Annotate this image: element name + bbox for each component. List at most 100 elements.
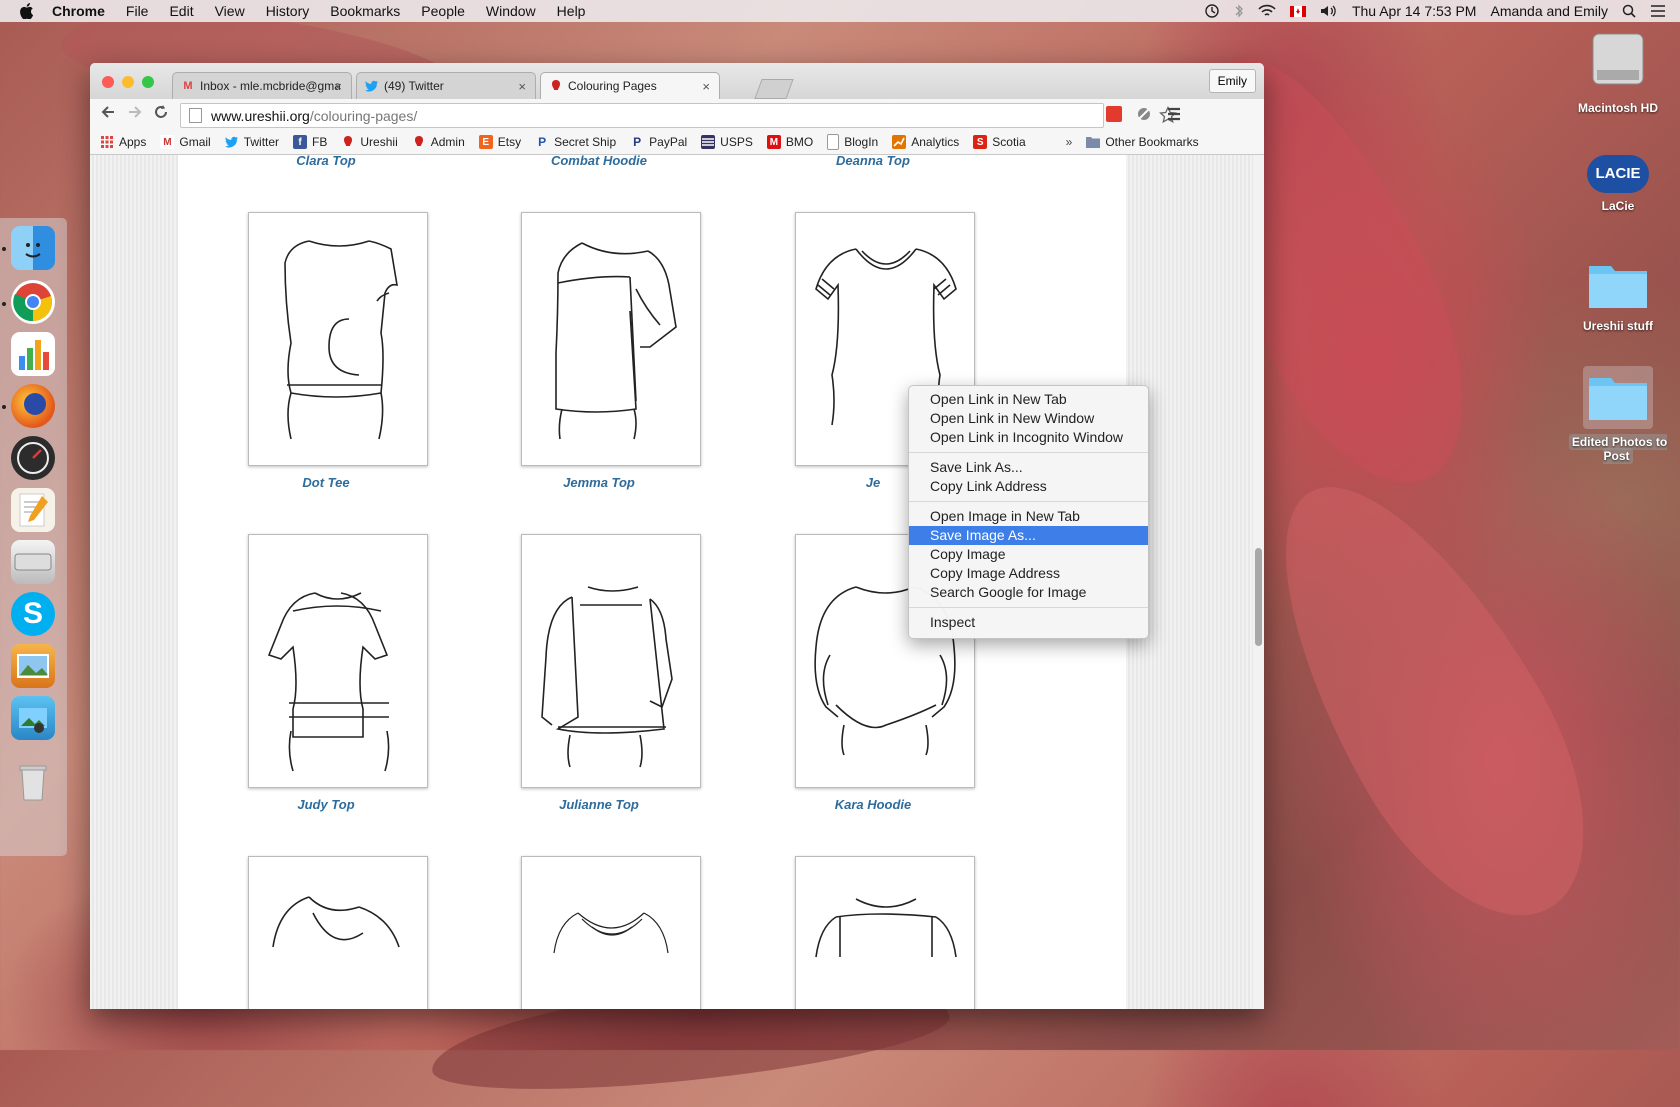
pattern-label[interactable]: Kara Hoodie xyxy=(783,797,963,812)
address-bar[interactable]: www.ureshii.org/colouring-pages/ xyxy=(180,103,1178,128)
back-arrow-icon[interactable] xyxy=(100,104,116,125)
bookmarks-overflow-chevron[interactable]: » xyxy=(1066,135,1073,149)
menu-file[interactable]: File xyxy=(126,3,149,19)
clock[interactable]: Thu Apr 14 7:53 PM xyxy=(1352,3,1477,19)
close-tab-icon[interactable]: × xyxy=(334,79,342,94)
pattern-thumbnail-clara-top[interactable] xyxy=(248,212,428,466)
user-name[interactable]: Amanda and Emily xyxy=(1490,3,1608,19)
menu-item-copy-image[interactable]: Copy Image xyxy=(909,545,1148,564)
preview-icon[interactable] xyxy=(11,644,55,688)
zoom-window-button[interactable] xyxy=(142,76,154,88)
volume-icon[interactable] xyxy=(1320,4,1338,18)
menu-item-open-link-incognito[interactable]: Open Link in Incognito Window xyxy=(909,428,1148,447)
menu-item-search-google-image[interactable]: Search Google for Image xyxy=(909,583,1148,602)
bookmark-gmail[interactable]: M Gmail xyxy=(160,135,211,149)
menu-view[interactable]: View xyxy=(215,3,245,19)
spotlight-icon[interactable] xyxy=(1622,4,1636,18)
bookmark-analytics[interactable]: Analytics xyxy=(892,135,959,149)
menu-history[interactable]: History xyxy=(266,3,310,19)
iphoto-icon[interactable] xyxy=(11,696,55,740)
chrome-icon[interactable] xyxy=(11,280,55,324)
bookmark-blogin[interactable]: BlogIn xyxy=(827,134,878,150)
desktop-icon-edited-photos[interactable]: Edited Photos to Post xyxy=(1563,366,1673,464)
numbers-icon[interactable] xyxy=(11,332,55,376)
time-machine-icon[interactable] xyxy=(1204,3,1220,19)
extension-puzzle-icon[interactable] xyxy=(1136,106,1152,122)
notification-center-icon[interactable] xyxy=(1650,4,1666,18)
pattern-label[interactable]: Julianne Top xyxy=(509,797,689,812)
bookmark-usps[interactable]: USPS xyxy=(701,135,753,149)
pattern-label[interactable]: Deanna Top xyxy=(783,155,963,168)
pattern-label[interactable]: Clara Top xyxy=(236,155,416,168)
close-tab-icon[interactable]: × xyxy=(518,79,526,94)
bookmark-bmo[interactable]: M BMO xyxy=(766,135,814,149)
bookmark-apps[interactable]: Apps xyxy=(100,135,146,149)
pattern-thumbnail-dot-tee[interactable] xyxy=(248,534,428,788)
shirt-line-drawing xyxy=(541,586,673,768)
menu-app-chrome[interactable]: Chrome xyxy=(52,3,105,19)
menu-item-open-link-new-window[interactable]: Open Link in New Window xyxy=(909,409,1148,428)
tab-twitter[interactable]: (49) Twitter × xyxy=(356,72,536,99)
close-window-button[interactable] xyxy=(102,76,114,88)
pattern-label[interactable]: Dot Tee xyxy=(236,475,416,490)
bookmark-etsy[interactable]: E Etsy xyxy=(478,135,521,149)
close-tab-icon[interactable]: × xyxy=(702,79,710,94)
tab-colouring-pages[interactable]: Colouring Pages × xyxy=(540,72,720,99)
pattern-label[interactable]: Combat Hoodie xyxy=(509,155,689,168)
menu-help[interactable]: Help xyxy=(557,3,586,19)
pattern-thumbnail-jemma-top[interactable] xyxy=(521,534,701,788)
menu-window[interactable]: Window xyxy=(486,3,536,19)
forward-arrow-icon[interactable] xyxy=(127,104,143,125)
menu-item-copy-image-address[interactable]: Copy Image Address xyxy=(909,564,1148,583)
extension-icon[interactable] xyxy=(1106,106,1122,122)
dashboard-icon[interactable] xyxy=(11,436,55,480)
vertical-scrollbar[interactable] xyxy=(1253,155,1264,1009)
bookmark-twitter[interactable]: Twitter xyxy=(224,135,279,149)
drive-icon[interactable] xyxy=(11,540,55,584)
bookmark-label: BMO xyxy=(785,135,814,149)
url-path: /colouring-pages/ xyxy=(309,107,418,124)
bookmark-ureshii[interactable]: Ureshii xyxy=(341,135,398,149)
bookmark-scotia[interactable]: S Scotia xyxy=(973,135,1026,149)
pattern-thumbnail-judy-top[interactable] xyxy=(248,856,428,1009)
menu-edit[interactable]: Edit xyxy=(169,3,193,19)
new-tab-button[interactable] xyxy=(754,79,794,99)
apple-menu-icon[interactable] xyxy=(18,2,36,20)
menu-item-copy-link-address[interactable]: Copy Link Address xyxy=(909,477,1148,496)
menu-item-save-image-as[interactable]: Save Image As... xyxy=(909,526,1148,545)
menu-item-save-link-as[interactable]: Save Link As... xyxy=(909,458,1148,477)
reload-icon[interactable] xyxy=(153,104,169,125)
skype-icon[interactable]: S xyxy=(11,592,55,636)
pattern-thumbnail-combat-hoodie[interactable] xyxy=(521,212,701,466)
pattern-label[interactable]: Judy Top xyxy=(236,797,416,812)
menu-item-open-image-new-tab[interactable]: Open Image in New Tab xyxy=(909,507,1148,526)
profile-button[interactable]: Emily xyxy=(1208,69,1256,93)
bluetooth-icon[interactable] xyxy=(1234,3,1244,19)
running-indicator xyxy=(2,247,6,251)
pattern-label[interactable]: Jemma Top xyxy=(509,475,689,490)
wifi-icon[interactable] xyxy=(1258,4,1276,18)
desktop-icon-ureshii-stuff[interactable]: Ureshii stuff xyxy=(1563,258,1673,333)
menu-item-inspect[interactable]: Inspect xyxy=(909,613,1148,632)
desktop-icon-lacie[interactable]: LACIE LaCie xyxy=(1563,155,1673,213)
pattern-thumbnail-kara-hoodie[interactable] xyxy=(795,856,975,1009)
chrome-menu-icon[interactable] xyxy=(1166,106,1182,122)
bookmark-other-bookmarks[interactable]: Other Bookmarks xyxy=(1086,135,1199,149)
trash-icon[interactable] xyxy=(11,760,55,804)
bookmark-paypal[interactable]: P PayPal xyxy=(630,135,687,149)
menu-bookmarks[interactable]: Bookmarks xyxy=(330,3,400,19)
tab-gmail[interactable]: M Inbox - mle.mcbride@gmail × xyxy=(172,72,352,99)
pages-icon[interactable] xyxy=(11,488,55,532)
scrollbar-thumb[interactable] xyxy=(1255,548,1262,646)
menu-people[interactable]: People xyxy=(421,3,465,19)
bookmark-admin[interactable]: Admin xyxy=(412,135,465,149)
bookmark-fb[interactable]: f FB xyxy=(293,135,327,149)
menu-item-open-link-new-tab[interactable]: Open Link in New Tab xyxy=(909,390,1148,409)
bookmark-secret-ship[interactable]: P Secret Ship xyxy=(535,135,616,149)
desktop-icon-macintosh-hd[interactable]: Macintosh HD xyxy=(1563,30,1673,115)
minimize-window-button[interactable] xyxy=(122,76,134,88)
pattern-thumbnail-julianne-top[interactable] xyxy=(521,856,701,1009)
firefox-icon[interactable] xyxy=(11,384,55,428)
finder-icon[interactable] xyxy=(11,226,55,270)
canada-flag-icon[interactable] xyxy=(1289,5,1306,17)
